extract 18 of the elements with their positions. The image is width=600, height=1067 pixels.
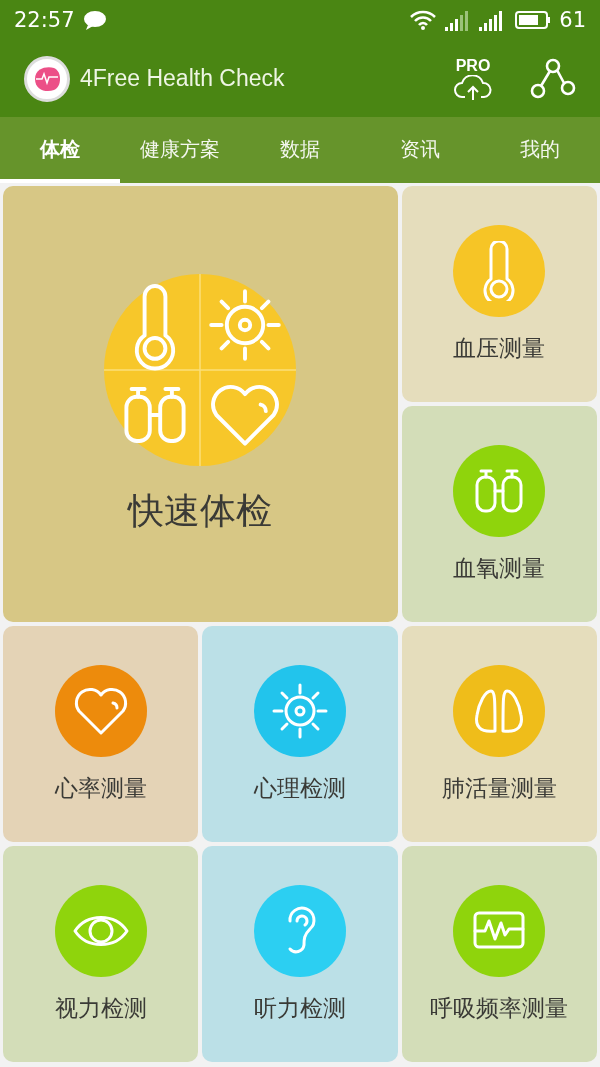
check-tile[interactable]: 呼吸频率测量: [401, 846, 597, 1062]
check-tile[interactable]: 听力检测: [202, 846, 398, 1062]
check-tile[interactable]: 快速体检: [3, 186, 398, 622]
check-tile[interactable]: 肺活量测量: [401, 626, 597, 842]
share-button[interactable]: [530, 57, 576, 100]
check-tile[interactable]: 血压测量: [401, 186, 597, 402]
check-tile[interactable]: 血氧测量: [401, 406, 597, 622]
pro-upload-button[interactable]: PRO: [454, 56, 492, 101]
check-tile[interactable]: 视力检测: [3, 846, 199, 1062]
check-tile[interactable]: 心率测量: [3, 626, 199, 842]
app-logo-icon: [24, 55, 70, 102]
app-title: 4Free Health Check: [80, 65, 285, 92]
battery-icon: [515, 10, 552, 30]
message-icon: [82, 10, 107, 30]
battery-level: 61: [559, 8, 586, 32]
check-tile[interactable]: 心理检测: [202, 626, 398, 842]
status-time: 22:57: [14, 8, 75, 32]
wifi-icon: [409, 9, 438, 31]
